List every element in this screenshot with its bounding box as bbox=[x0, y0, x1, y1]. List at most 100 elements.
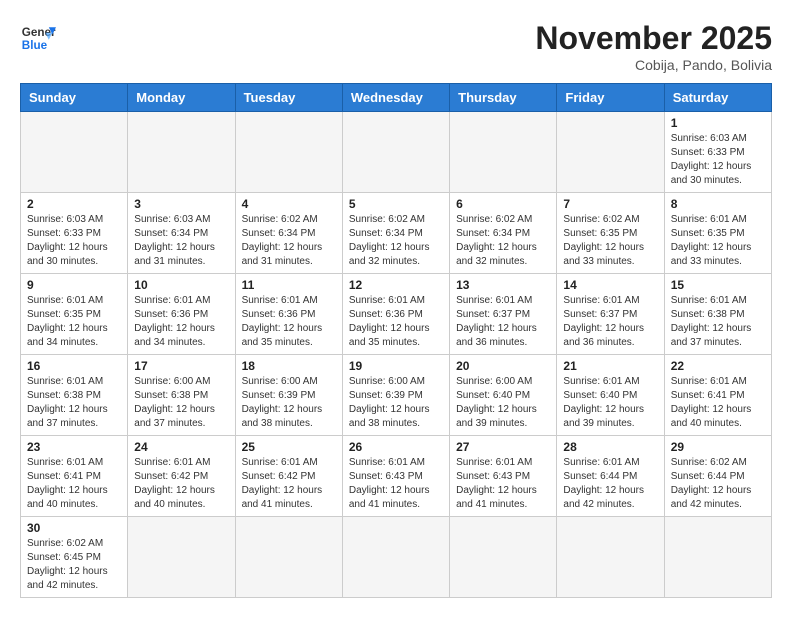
calendar-week-row: 2 Sunrise: 6:03 AM Sunset: 6:33 PM Daylig… bbox=[21, 193, 772, 274]
calendar-cell: 1 Sunrise: 6:03 AM Sunset: 6:33 PM Daylig… bbox=[664, 112, 771, 193]
weekday-header-saturday: Saturday bbox=[664, 84, 771, 112]
day-number: 2 bbox=[27, 197, 121, 211]
calendar-cell: 10 Sunrise: 6:01 AM Sunset: 6:36 PM Dayli… bbox=[128, 274, 235, 355]
day-number: 5 bbox=[349, 197, 443, 211]
day-number: 22 bbox=[671, 359, 765, 373]
day-number: 20 bbox=[456, 359, 550, 373]
calendar-cell: 11Sunrise: 6:01 AM Sunset: 6:36 PM Dayli… bbox=[235, 274, 342, 355]
calendar-cell bbox=[235, 517, 342, 598]
calendar-cell bbox=[235, 112, 342, 193]
calendar-cell bbox=[557, 517, 664, 598]
day-info: Sunrise: 6:00 AM Sunset: 6:39 PM Dayligh… bbox=[349, 375, 443, 431]
day-info: Sunrise: 6:01 AM Sunset: 6:41 PM Dayligh… bbox=[671, 375, 765, 431]
day-info: Sunrise: 6:01 AM Sunset: 6:44 PM Dayligh… bbox=[563, 456, 657, 512]
day-info: Sunrise: 6:02 AM Sunset: 6:45 PM Dayligh… bbox=[27, 537, 121, 593]
location-subtitle: Cobija, Pando, Bolivia bbox=[535, 57, 772, 73]
calendar-cell bbox=[128, 112, 235, 193]
day-info: Sunrise: 6:00 AM Sunset: 6:40 PM Dayligh… bbox=[456, 375, 550, 431]
general-blue-logo-icon: General Blue bbox=[20, 20, 56, 56]
day-number: 16 bbox=[27, 359, 121, 373]
calendar-cell: 12Sunrise: 6:01 AM Sunset: 6:36 PM Dayli… bbox=[342, 274, 449, 355]
calendar-cell: 7Sunrise: 6:02 AM Sunset: 6:35 PM Daylig… bbox=[557, 193, 664, 274]
weekday-header-row: SundayMondayTuesdayWednesdayThursdayFrid… bbox=[21, 84, 772, 112]
day-number: 9 bbox=[27, 278, 121, 292]
day-info: Sunrise: 6:01 AM Sunset: 6:43 PM Dayligh… bbox=[349, 456, 443, 512]
calendar-cell bbox=[342, 517, 449, 598]
day-number: 10 bbox=[134, 278, 228, 292]
calendar-cell: 3 Sunrise: 6:03 AM Sunset: 6:34 PM Daylig… bbox=[128, 193, 235, 274]
calendar-cell: 2 Sunrise: 6:03 AM Sunset: 6:33 PM Daylig… bbox=[21, 193, 128, 274]
day-number: 3 bbox=[134, 197, 228, 211]
calendar-cell: 24 Sunrise: 6:01 AM Sunset: 6:42 PM Dayli… bbox=[128, 436, 235, 517]
day-info: Sunrise: 6:01 AM Sunset: 6:42 PM Dayligh… bbox=[134, 456, 228, 512]
page-header: General Blue November 2025 Cobija, Pando… bbox=[20, 20, 772, 73]
calendar-cell: 23Sunrise: 6:01 AM Sunset: 6:41 PM Dayli… bbox=[21, 436, 128, 517]
calendar-cell: 9Sunrise: 6:01 AM Sunset: 6:35 PM Daylig… bbox=[21, 274, 128, 355]
day-info: Sunrise: 6:01 AM Sunset: 6:42 PM Dayligh… bbox=[242, 456, 336, 512]
day-info: Sunrise: 6:02 AM Sunset: 6:35 PM Dayligh… bbox=[563, 213, 657, 269]
calendar-cell: 6 Sunrise: 6:02 AM Sunset: 6:34 PM Daylig… bbox=[450, 193, 557, 274]
day-info: Sunrise: 6:01 AM Sunset: 6:36 PM Dayligh… bbox=[349, 294, 443, 350]
weekday-header-tuesday: Tuesday bbox=[235, 84, 342, 112]
calendar-cell: 25 Sunrise: 6:01 AM Sunset: 6:42 PM Dayli… bbox=[235, 436, 342, 517]
day-number: 14 bbox=[563, 278, 657, 292]
day-info: Sunrise: 6:02 AM Sunset: 6:34 PM Dayligh… bbox=[456, 213, 550, 269]
day-number: 19 bbox=[349, 359, 443, 373]
day-number: 30 bbox=[27, 521, 121, 535]
day-info: Sunrise: 6:01 AM Sunset: 6:37 PM Dayligh… bbox=[563, 294, 657, 350]
calendar-cell bbox=[128, 517, 235, 598]
day-number: 6 bbox=[456, 197, 550, 211]
calendar-cell: 30 Sunrise: 6:02 AM Sunset: 6:45 PM Dayli… bbox=[21, 517, 128, 598]
weekday-header-thursday: Thursday bbox=[450, 84, 557, 112]
day-info: Sunrise: 6:01 AM Sunset: 6:36 PM Dayligh… bbox=[134, 294, 228, 350]
day-info: Sunrise: 6:01 AM Sunset: 6:40 PM Dayligh… bbox=[563, 375, 657, 431]
day-info: Sunrise: 6:02 AM Sunset: 6:44 PM Dayligh… bbox=[671, 456, 765, 512]
day-info: Sunrise: 6:01 AM Sunset: 6:37 PM Dayligh… bbox=[456, 294, 550, 350]
day-info: Sunrise: 6:01 AM Sunset: 6:35 PM Dayligh… bbox=[671, 213, 765, 269]
calendar-cell bbox=[450, 517, 557, 598]
day-number: 27 bbox=[456, 440, 550, 454]
day-info: Sunrise: 6:03 AM Sunset: 6:34 PM Dayligh… bbox=[134, 213, 228, 269]
weekday-header-wednesday: Wednesday bbox=[342, 84, 449, 112]
calendar-cell: 18Sunrise: 6:00 AM Sunset: 6:39 PM Dayli… bbox=[235, 355, 342, 436]
calendar-cell: 21 Sunrise: 6:01 AM Sunset: 6:40 PM Dayli… bbox=[557, 355, 664, 436]
calendar-cell: 19 Sunrise: 6:00 AM Sunset: 6:39 PM Dayli… bbox=[342, 355, 449, 436]
calendar-cell bbox=[342, 112, 449, 193]
calendar-cell bbox=[557, 112, 664, 193]
day-number: 21 bbox=[563, 359, 657, 373]
logo: General Blue bbox=[20, 20, 56, 56]
day-info: Sunrise: 6:02 AM Sunset: 6:34 PM Dayligh… bbox=[349, 213, 443, 269]
month-title: November 2025 bbox=[535, 20, 772, 57]
calendar-week-row: 16 Sunrise: 6:01 AM Sunset: 6:38 PM Dayli… bbox=[21, 355, 772, 436]
calendar-cell: 16 Sunrise: 6:01 AM Sunset: 6:38 PM Dayli… bbox=[21, 355, 128, 436]
day-number: 24 bbox=[134, 440, 228, 454]
calendar-cell bbox=[664, 517, 771, 598]
calendar-cell: 15Sunrise: 6:01 AM Sunset: 6:38 PM Dayli… bbox=[664, 274, 771, 355]
day-number: 4 bbox=[242, 197, 336, 211]
calendar-cell: 26Sunrise: 6:01 AM Sunset: 6:43 PM Dayli… bbox=[342, 436, 449, 517]
title-block: November 2025 Cobija, Pando, Bolivia bbox=[535, 20, 772, 73]
day-number: 25 bbox=[242, 440, 336, 454]
day-info: Sunrise: 6:02 AM Sunset: 6:34 PM Dayligh… bbox=[242, 213, 336, 269]
day-info: Sunrise: 6:03 AM Sunset: 6:33 PM Dayligh… bbox=[27, 213, 121, 269]
day-info: Sunrise: 6:01 AM Sunset: 6:38 PM Dayligh… bbox=[671, 294, 765, 350]
day-number: 23 bbox=[27, 440, 121, 454]
day-number: 8 bbox=[671, 197, 765, 211]
calendar-cell: 22 Sunrise: 6:01 AM Sunset: 6:41 PM Dayli… bbox=[664, 355, 771, 436]
weekday-header-monday: Monday bbox=[128, 84, 235, 112]
calendar-cell: 17Sunrise: 6:00 AM Sunset: 6:38 PM Dayli… bbox=[128, 355, 235, 436]
calendar-week-row: 23Sunrise: 6:01 AM Sunset: 6:41 PM Dayli… bbox=[21, 436, 772, 517]
calendar-cell: 27Sunrise: 6:01 AM Sunset: 6:43 PM Dayli… bbox=[450, 436, 557, 517]
day-info: Sunrise: 6:03 AM Sunset: 6:33 PM Dayligh… bbox=[671, 132, 765, 188]
calendar-week-row: 1 Sunrise: 6:03 AM Sunset: 6:33 PM Daylig… bbox=[21, 112, 772, 193]
day-number: 1 bbox=[671, 116, 765, 130]
calendar-cell: 4 Sunrise: 6:02 AM Sunset: 6:34 PM Daylig… bbox=[235, 193, 342, 274]
day-info: Sunrise: 6:00 AM Sunset: 6:38 PM Dayligh… bbox=[134, 375, 228, 431]
svg-text:Blue: Blue bbox=[22, 39, 48, 52]
day-number: 29 bbox=[671, 440, 765, 454]
calendar-cell: 29 Sunrise: 6:02 AM Sunset: 6:44 PM Dayli… bbox=[664, 436, 771, 517]
calendar-cell bbox=[450, 112, 557, 193]
day-info: Sunrise: 6:01 AM Sunset: 6:38 PM Dayligh… bbox=[27, 375, 121, 431]
calendar-cell: 13Sunrise: 6:01 AM Sunset: 6:37 PM Dayli… bbox=[450, 274, 557, 355]
calendar-cell: 5 Sunrise: 6:02 AM Sunset: 6:34 PM Daylig… bbox=[342, 193, 449, 274]
